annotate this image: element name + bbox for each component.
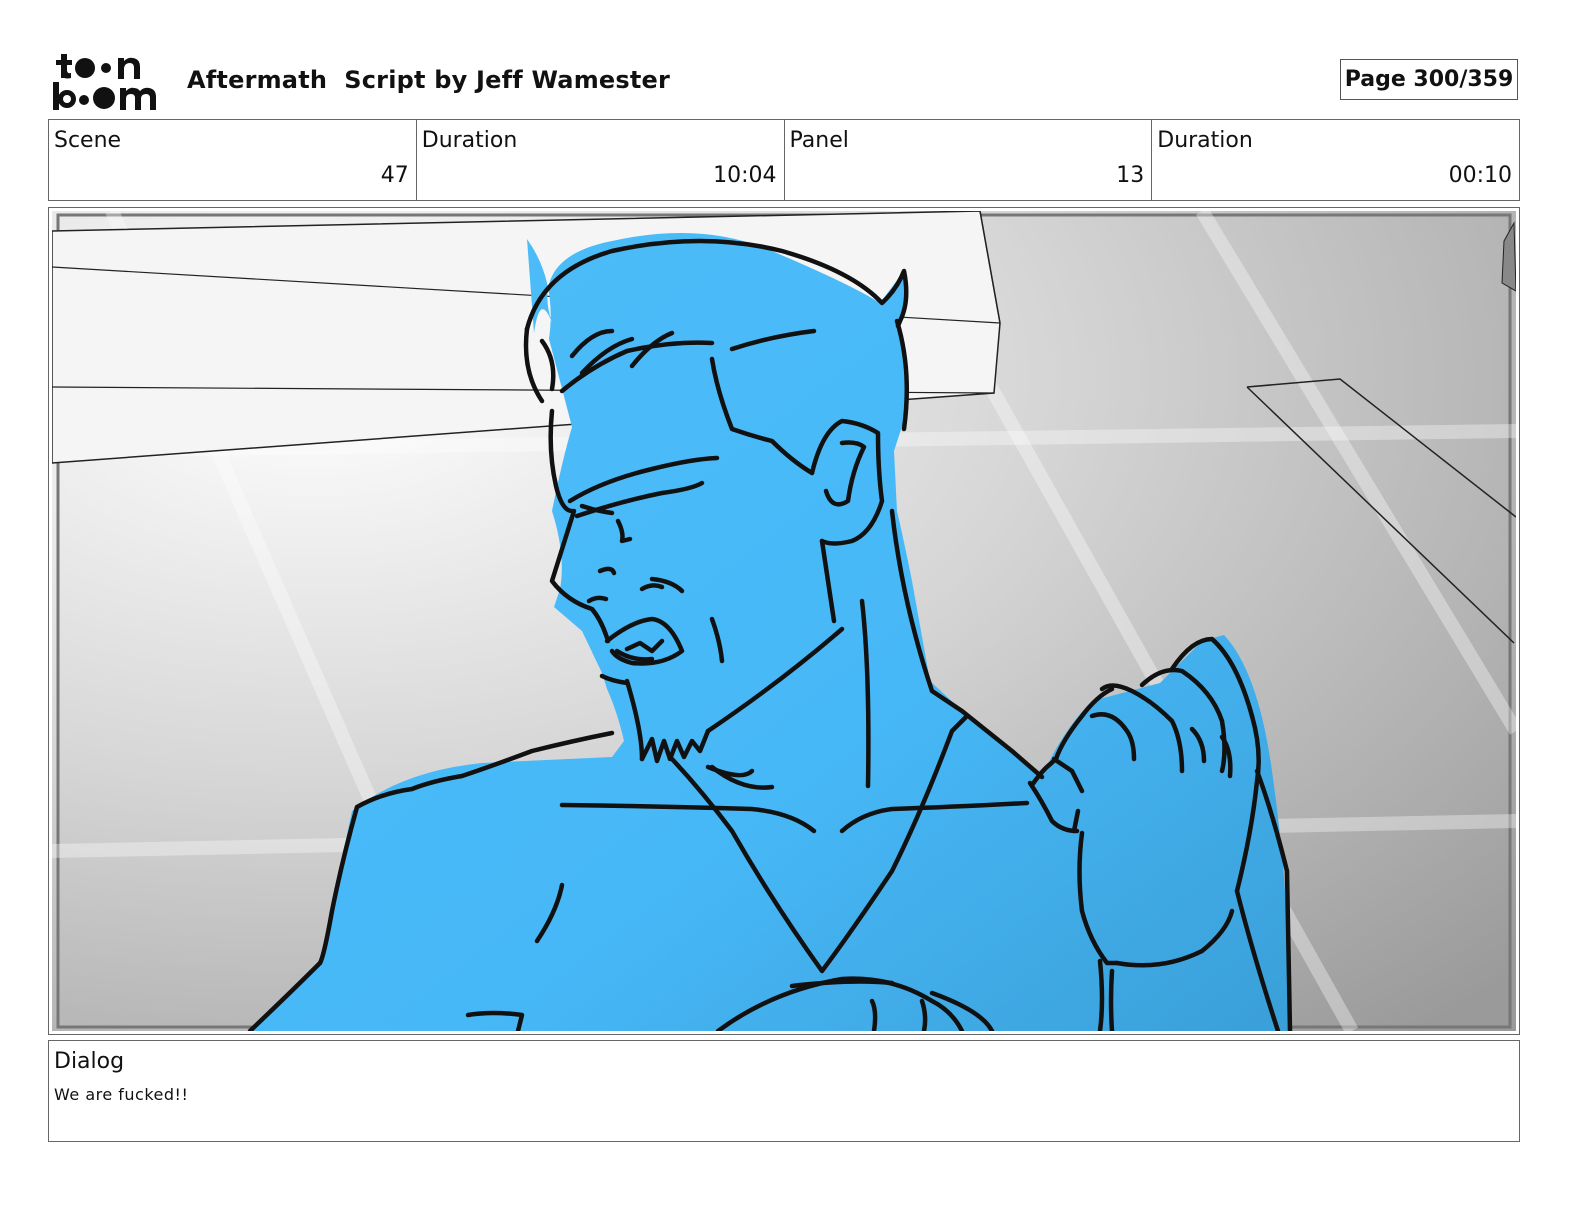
panel-value: 13 [1116,163,1145,188]
page-counter: Page 300/359 [1340,59,1518,100]
scene-info-row: Scene 47 Duration 10:04 Panel 13 Duratio… [48,119,1520,201]
panel-label: Panel [789,128,849,153]
dialog-text: We are fucked!! [54,1085,189,1104]
toonboom-logo [53,54,156,110]
panel-duration-label: Duration [1157,128,1253,153]
dialog-label: Dialog [54,1049,125,1074]
storyboard-panel [48,207,1520,1035]
scene-value: 47 [380,163,409,188]
panel-duration-cell: Duration 00:10 [1152,120,1519,200]
scene-cell: Scene 47 [49,120,417,200]
scene-duration-value: 10:04 [713,163,777,188]
scene-duration-cell: Duration 10:04 [417,120,785,200]
panel-duration-value: 00:10 [1448,163,1512,188]
dialog-box: Dialog We are fucked!! [48,1040,1520,1142]
scene-label: Scene [54,128,122,153]
board-title: Aftermath Script by Jeff Wamester [187,66,671,94]
scene-duration-label: Duration [421,128,518,153]
panel-cell: Panel 13 [785,120,1153,200]
panel-drawing [52,211,1516,1031]
